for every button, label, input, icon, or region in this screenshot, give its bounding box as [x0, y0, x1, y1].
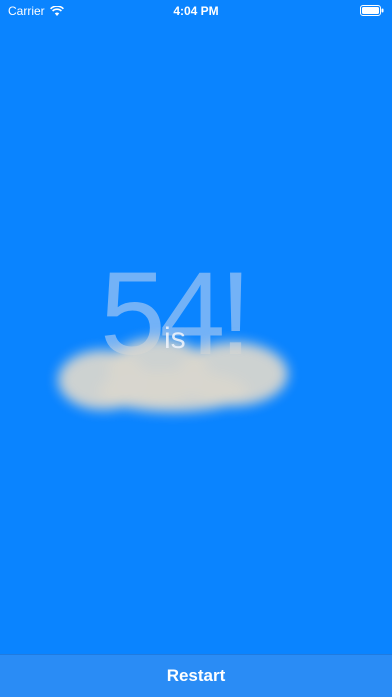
restart-button[interactable]: Restart: [0, 654, 392, 697]
hero: 54! is: [0, 0, 392, 696]
is-word: is: [164, 322, 186, 355]
restart-label: Restart: [166, 666, 226, 685]
